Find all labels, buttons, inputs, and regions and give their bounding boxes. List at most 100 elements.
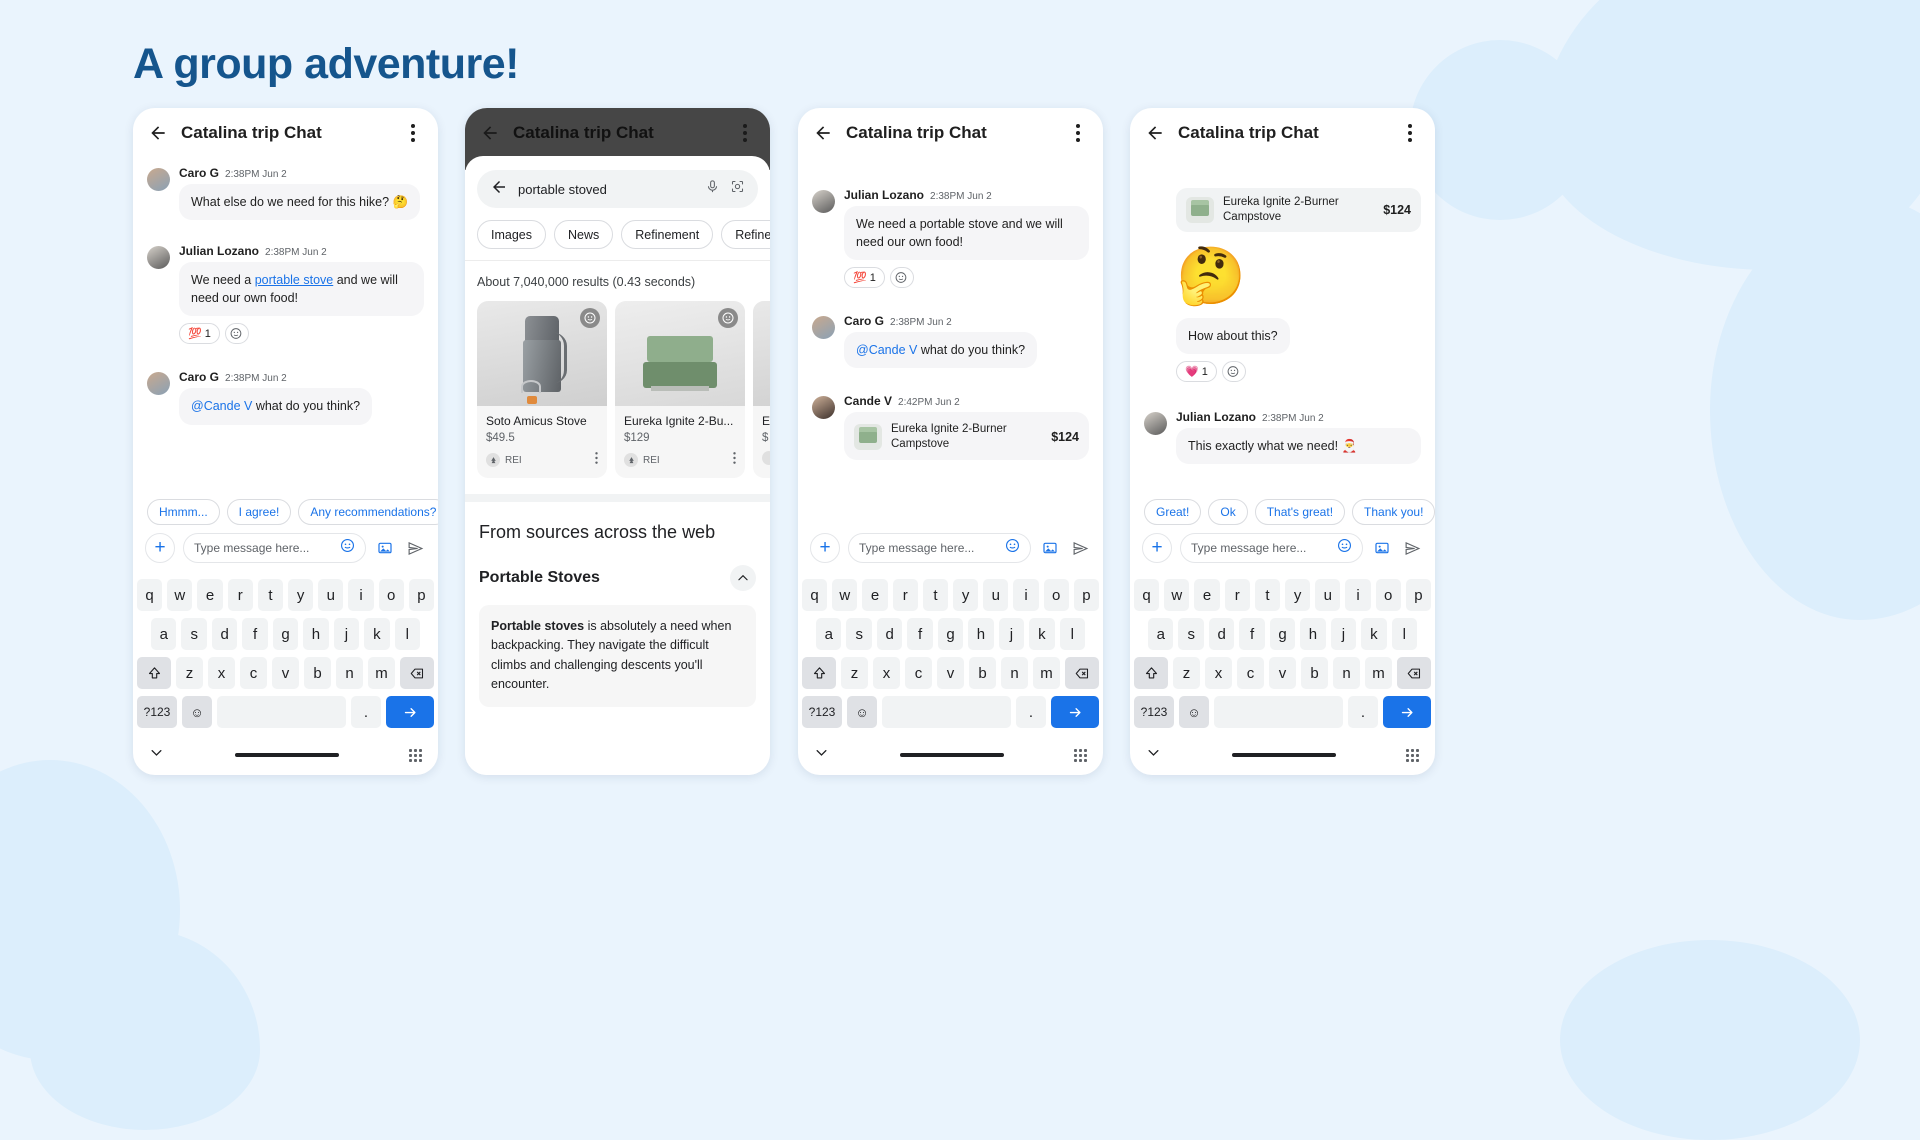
search-filter[interactable]: Images (477, 220, 546, 249)
on-screen-keyboard[interactable]: qwertyuiop asdfghjkl zxcvbnm ?123 ☺ . (133, 573, 438, 739)
back-icon[interactable] (812, 122, 834, 144)
image-icon[interactable] (1039, 537, 1061, 559)
key[interactable]: r (1224, 579, 1250, 611)
key[interactable]: i (1345, 579, 1371, 611)
more-vert-icon[interactable] (1399, 122, 1421, 144)
shift-icon[interactable] (137, 657, 171, 689)
product-card[interactable]: Eureka Ignite 2-Bu... $129 REI (615, 301, 745, 478)
search-filter[interactable]: News (554, 220, 614, 249)
key[interactable]: x (873, 657, 900, 689)
key[interactable]: a (1148, 618, 1174, 650)
key[interactable]: x (1205, 657, 1232, 689)
period-key[interactable]: . (1016, 696, 1046, 728)
key[interactable]: e (197, 579, 223, 611)
symbols-key[interactable]: ?123 (1134, 696, 1174, 728)
emoji-icon[interactable] (340, 538, 355, 558)
key[interactable]: f (1239, 618, 1265, 650)
emoji-icon[interactable] (580, 308, 600, 328)
image-icon[interactable] (374, 537, 396, 559)
suggestion-chip-row[interactable]: Great! Ok That's great! Thank you! Tha (1130, 495, 1435, 533)
key[interactable]: b (1301, 657, 1328, 689)
message-list[interactable]: Eureka Ignite 2-Burner Campstove $124 🤔 … (1130, 152, 1435, 495)
key[interactable]: f (907, 618, 933, 650)
mention-token[interactable]: @Cande V (856, 343, 917, 357)
on-screen-keyboard[interactable]: qwertyuiop asdfghjkl zxcvbnm ?123 ☺ . (1130, 573, 1435, 739)
key[interactable]: p (1073, 579, 1100, 611)
key[interactable]: a (816, 618, 842, 650)
key[interactable]: n (336, 657, 363, 689)
product-card-row[interactable]: Soto Amicus Stove $49.5 REI Eureka Ignit… (465, 301, 770, 478)
suggestion-chip[interactable]: Hmmm... (147, 499, 220, 525)
add-attachment-icon[interactable]: + (1142, 533, 1172, 563)
keyboard-toggle-icon[interactable] (1074, 748, 1087, 762)
key[interactable]: q (1133, 579, 1160, 611)
key[interactable]: w (832, 579, 858, 611)
key[interactable]: u (983, 579, 1009, 611)
more-vert-icon[interactable] (734, 122, 756, 144)
key[interactable]: m (1365, 657, 1392, 689)
send-icon[interactable] (1069, 537, 1091, 559)
backspace-icon[interactable] (1065, 657, 1099, 689)
key[interactable]: c (1237, 657, 1264, 689)
key[interactable]: g (1269, 618, 1296, 650)
message-input[interactable]: Type message here... (1180, 533, 1363, 563)
product-chip[interactable]: Eureka Ignite 2-Burner Campstove $124 (852, 420, 1081, 454)
mention-token[interactable]: @Cande V (191, 399, 252, 413)
search-filter[interactable]: Refinement (721, 220, 770, 249)
home-indicator[interactable] (1231, 753, 1336, 757)
period-key[interactable]: . (1348, 696, 1378, 728)
symbols-key[interactable]: ?123 (137, 696, 177, 728)
key[interactable]: r (227, 579, 253, 611)
key[interactable]: l (394, 618, 420, 650)
key[interactable]: d (876, 618, 903, 650)
back-icon[interactable] (490, 178, 508, 201)
key[interactable]: z (176, 657, 203, 689)
search-bar[interactable]: portable stoved (477, 170, 758, 208)
key[interactable]: p (408, 579, 435, 611)
more-vert-icon[interactable] (733, 451, 736, 469)
key[interactable]: s (1178, 618, 1204, 650)
key[interactable]: a (151, 618, 177, 650)
suggestion-chip[interactable]: Ok (1208, 499, 1248, 525)
key[interactable]: o (378, 579, 404, 611)
symbols-key[interactable]: ?123 (802, 696, 842, 728)
space-key[interactable] (882, 696, 1011, 728)
key[interactable]: z (841, 657, 868, 689)
add-attachment-icon[interactable]: + (810, 533, 840, 563)
key[interactable]: t (257, 579, 283, 611)
suggestion-chip[interactable]: That's great! (1254, 499, 1346, 525)
key[interactable]: k (1361, 618, 1387, 650)
key[interactable]: v (937, 657, 964, 689)
search-input[interactable]: portable stoved (518, 182, 695, 197)
key[interactable]: h (303, 618, 329, 650)
google-lens-icon[interactable] (730, 179, 745, 199)
on-screen-keyboard[interactable]: qwertyuiop asdfghjkl zxcvbnm ?123 ☺ . (798, 573, 1103, 739)
suggestion-chip[interactable]: I agree! (226, 499, 292, 525)
message-list[interactable]: Julian Lozano 2:38PM Jun 2 We need a port… (798, 152, 1103, 533)
key[interactable]: o (1043, 579, 1069, 611)
product-card[interactable]: E $ R (753, 301, 770, 478)
more-vert-icon[interactable] (402, 122, 424, 144)
home-indicator[interactable] (899, 753, 1004, 757)
key[interactable]: b (969, 657, 996, 689)
microphone-icon[interactable] (705, 179, 720, 199)
more-vert-icon[interactable] (595, 451, 598, 469)
message-input[interactable]: Type message here... (848, 533, 1031, 563)
key[interactable]: r (892, 579, 918, 611)
emoji-key[interactable]: ☺ (182, 696, 212, 728)
key[interactable]: k (1029, 618, 1055, 650)
key[interactable]: s (181, 618, 207, 650)
suggestion-chip-row[interactable]: Hmmm... I agree! Any recommendations? J (133, 495, 438, 533)
key[interactable]: i (348, 579, 374, 611)
product-chip[interactable]: Eureka Ignite 2-Burner Campstove $124 (1176, 188, 1421, 232)
backspace-icon[interactable] (1397, 657, 1431, 689)
key[interactable]: q (801, 579, 828, 611)
key[interactable]: b (304, 657, 331, 689)
back-icon[interactable] (479, 122, 501, 144)
key[interactable]: v (1269, 657, 1296, 689)
key[interactable]: d (1208, 618, 1235, 650)
key[interactable]: j (333, 618, 360, 650)
key[interactable]: y (288, 579, 314, 611)
emoji-icon[interactable] (1337, 538, 1352, 558)
chevron-up-icon[interactable] (730, 565, 756, 591)
